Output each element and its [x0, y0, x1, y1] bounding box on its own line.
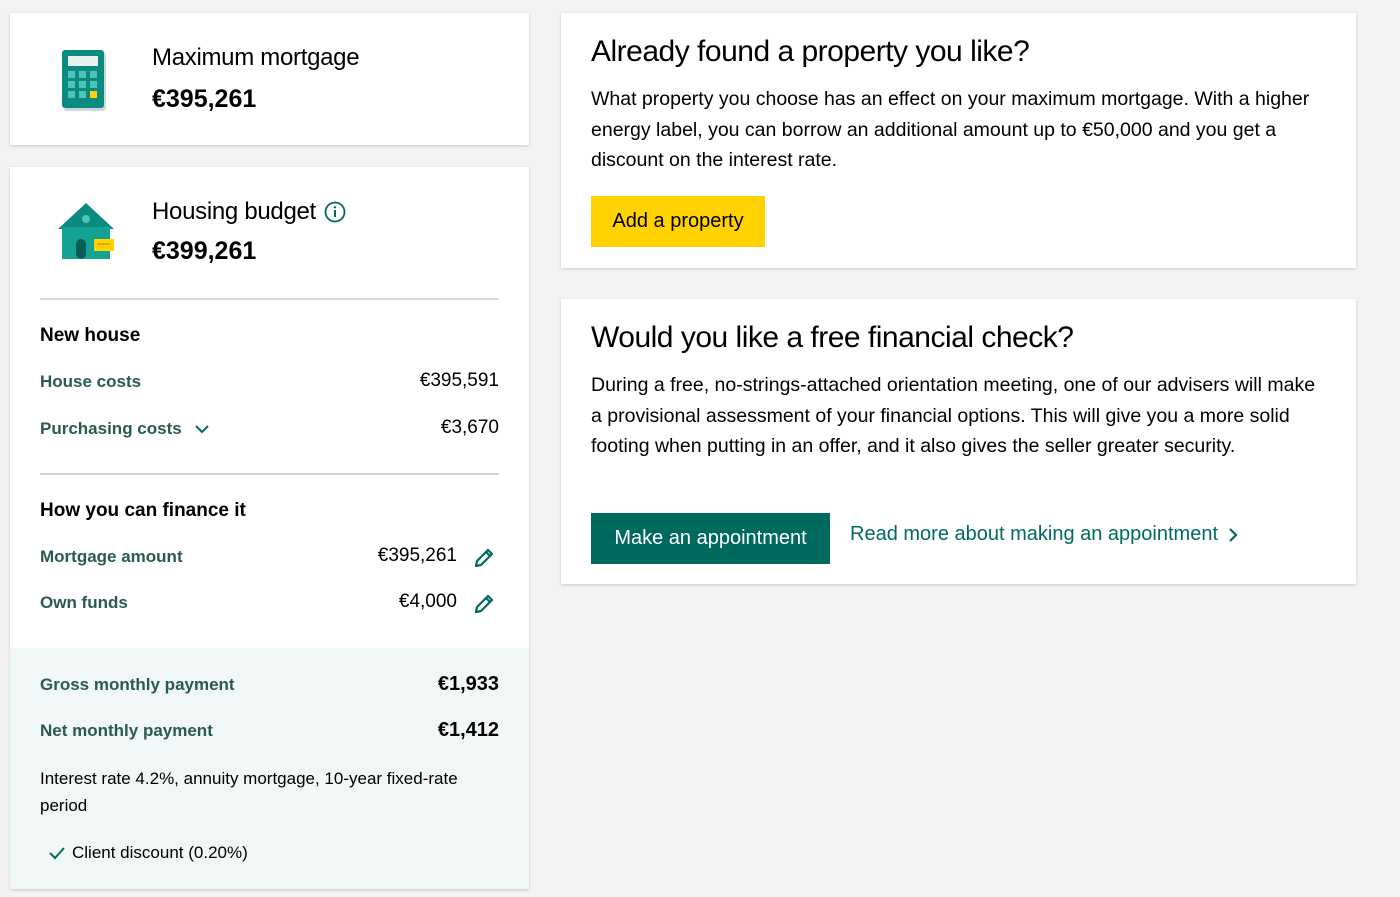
- gross-monthly-value: €1,933: [437, 673, 499, 695]
- edit-own-funds-pencil-icon[interactable]: [472, 592, 496, 616]
- own-funds-value: €4,000: [398, 591, 457, 612]
- property-card-body: What property you choose has an effect o…: [591, 88, 1310, 172]
- finance-heading: How you can finance it: [40, 500, 246, 521]
- purchasing-costs-label: Purchasing costs: [40, 419, 182, 438]
- calculator-icon: [60, 49, 108, 118]
- financial-check-card: Would you like a free financial check? D…: [561, 299, 1356, 584]
- info-icon[interactable]: [324, 201, 346, 223]
- own-funds-label: Own funds: [40, 593, 128, 612]
- chevron-down-icon: [194, 424, 210, 434]
- purchasing-costs-toggle[interactable]: Purchasing costs: [40, 419, 210, 439]
- check-card-body: During a free, no-strings-attached orien…: [591, 374, 1316, 458]
- add-property-button[interactable]: Add a property: [591, 196, 765, 247]
- edit-mortgage-pencil-icon[interactable]: [472, 546, 496, 570]
- max-mortgage-title: Maximum mortgage: [152, 44, 360, 71]
- client-discount: Client discount (0.20%): [48, 843, 248, 863]
- maximum-mortgage-card: Maximum mortgage €395,261: [10, 13, 529, 145]
- read-more-label: Read more about making an appointment: [850, 523, 1219, 545]
- mortgage-amount-label: Mortgage amount: [40, 547, 183, 566]
- client-discount-label: Client discount (0.20%): [72, 843, 248, 862]
- net-monthly-label: Net monthly payment: [40, 721, 213, 740]
- add-property-card: Already found a property you like? What …: [561, 13, 1356, 268]
- house-icon: [56, 201, 120, 266]
- max-mortgage-amount: €395,261: [152, 85, 257, 113]
- divider: [40, 473, 499, 475]
- property-card-title: Already found a property you like?: [591, 35, 1030, 68]
- monthly-payment-summary: Gross monthly payment €1,933 Net monthly…: [10, 648, 529, 889]
- check-card-title: Would you like a free financial check?: [591, 321, 1074, 354]
- make-appointment-button[interactable]: Make an appointment: [591, 513, 830, 564]
- housing-budget-label: Housing budget: [152, 198, 316, 225]
- housing-budget-title: Housing budget: [152, 198, 346, 226]
- checkmark-icon: [48, 846, 66, 860]
- gross-monthly-label: Gross monthly payment: [40, 675, 235, 694]
- purchasing-costs-value: €3,670: [440, 417, 499, 438]
- house-costs-label: House costs: [40, 372, 142, 391]
- new-house-heading: New house: [40, 325, 141, 346]
- interest-rate-note: Interest rate 4.2%, annuity mortgage, 10…: [40, 769, 458, 815]
- housing-budget-amount: €399,261: [152, 237, 257, 265]
- mortgage-amount-value: €395,261: [377, 545, 457, 566]
- net-monthly-value: €1,412: [437, 719, 499, 741]
- housing-budget-card: Housing budget €399,261 New house House …: [10, 167, 529, 889]
- divider: [40, 298, 499, 300]
- read-more-appointment-link[interactable]: Read more about making an appointment: [850, 523, 1238, 546]
- house-costs-value: €395,591: [419, 370, 499, 391]
- chevron-right-icon: [1228, 527, 1238, 543]
